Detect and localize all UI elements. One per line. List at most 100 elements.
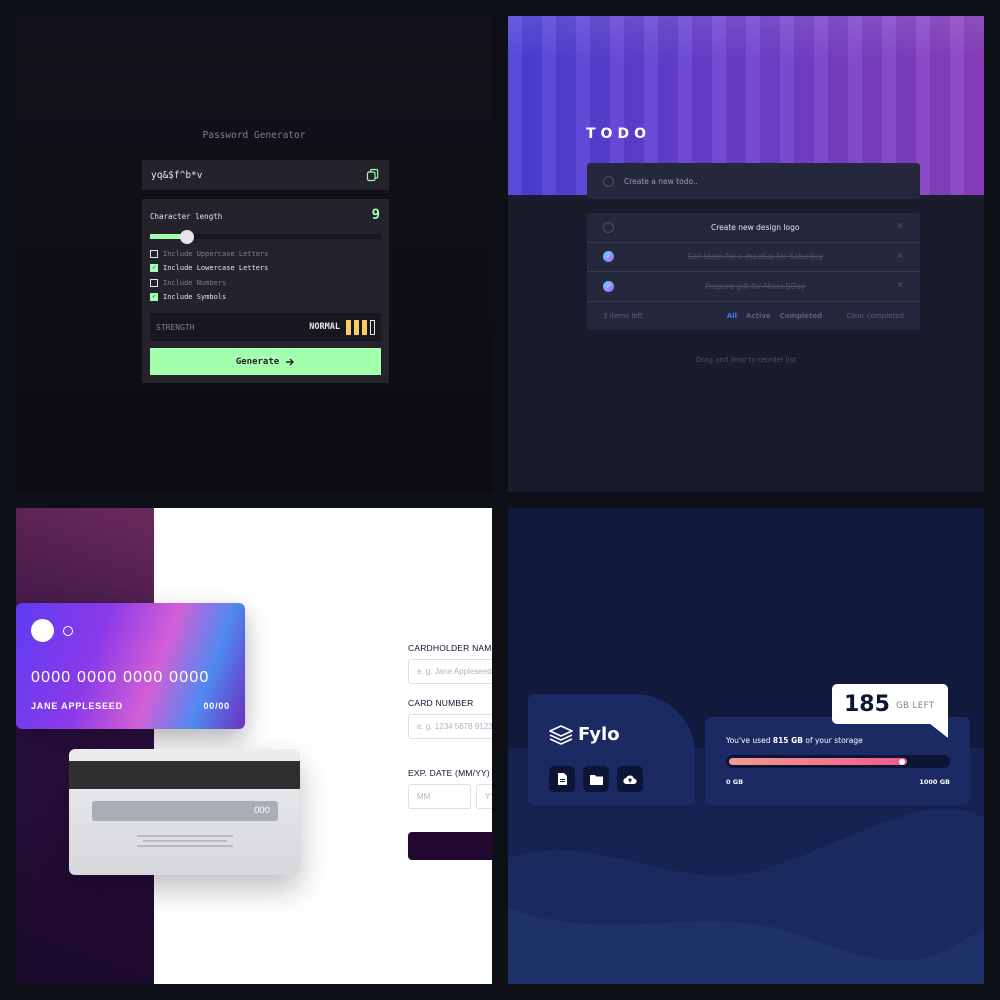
option-lowercase[interactable]: ✓ Include Lowercase Letters (150, 264, 268, 272)
card-details-panel: 0000 0000 0000 0000 JANE APPLESEED 00/00… (16, 508, 492, 984)
cardholder-name-label: CARDHOLDER NAME (408, 643, 492, 653)
card-back-line (137, 845, 233, 847)
strength-label: STRENGTH (156, 322, 195, 332)
option-symbols-label: Include Symbols (163, 293, 227, 301)
cvc-display: 000 (92, 801, 278, 821)
storage-left-bubble: 185 GB LEFT (832, 684, 948, 724)
todo-item-text: Prepare gift for Mikel BDay (705, 281, 806, 291)
storage-left-unit: GB LEFT (895, 700, 935, 711)
generate-button-label: Generate (235, 356, 280, 367)
storage-progress-bar (726, 755, 950, 768)
items-left: 3 items left (603, 311, 643, 320)
todo-title: TODO (586, 126, 651, 142)
arrow-right-icon (286, 358, 295, 365)
exp-year-input[interactable] (476, 784, 492, 809)
fylo-panel: Fylo You've used 815 GB of your storage … (508, 508, 984, 984)
character-length-label: Character length (150, 212, 223, 221)
option-numbers[interactable]: Include Numbers (150, 279, 226, 287)
password-text: yq&$f^b*v (151, 169, 203, 181)
card-number-label: CARD NUMBER (408, 698, 474, 708)
fylo-logo: Fylo (549, 724, 620, 745)
card-sidebar-background (16, 508, 154, 984)
option-uppercase-label: Include Uppercase Letters (163, 250, 269, 258)
checkbox-numbers[interactable] (150, 279, 158, 287)
option-numbers-label: Include Numbers (163, 279, 227, 287)
card-number-display: 0000 0000 0000 0000 (31, 669, 210, 686)
todo-item-text: Create new design logo (710, 222, 800, 232)
delete-icon[interactable]: ✕ (896, 222, 904, 232)
clear-completed-button[interactable]: Clear completed (846, 312, 904, 320)
option-lowercase-label: Include Lowercase Letters (163, 264, 269, 272)
copy-icon[interactable] (366, 168, 380, 182)
todo-item[interactable]: Create new design logo ✕ (587, 213, 920, 243)
strength-bars (346, 319, 375, 335)
checkbox-symbols[interactable]: ✓ (150, 293, 158, 301)
expiry-display: 00/00 (203, 701, 230, 711)
todo-footer: 3 items left All Active Completed Clear … (587, 302, 920, 330)
todo-list: Create new design logo ✕ ✓ Call team for… (587, 213, 920, 330)
card-front: 0000 0000 0000 0000 JANE APPLESEED 00/00 (16, 603, 245, 729)
storage-max-label: 1000 GB (919, 778, 950, 786)
cardholder-name-input[interactable] (408, 659, 492, 684)
card-logo-ring (63, 626, 73, 636)
checkbox-lowercase[interactable]: ✓ (150, 264, 158, 272)
strength-bar (354, 319, 359, 335)
checkbox-uppercase[interactable] (150, 250, 158, 258)
card-back: 000 (69, 749, 300, 875)
generate-button[interactable]: Generate (150, 348, 381, 375)
folder-icon[interactable] (583, 766, 609, 792)
magnetic-stripe (69, 761, 300, 789)
strength-meter: STRENGTH NORMAL (150, 313, 381, 341)
bubble-tail (929, 723, 948, 738)
todo-checkbox[interactable]: ✓ (603, 251, 614, 263)
todo-item[interactable]: ✓ Call team for a meetup for Saturday ✕ (587, 243, 920, 272)
pg-title: Password Generator (202, 130, 306, 141)
card-back-lines (137, 835, 233, 850)
reorder-hint: Drag and drop to reorder list (695, 356, 797, 364)
storage-usage-text: You've used 815 GB of your storage (726, 736, 863, 745)
card-logo-circle (31, 619, 54, 642)
fylo-layers-icon (549, 724, 573, 745)
todo-item-text: Call team for a meetup for Saturday (687, 252, 824, 262)
slider-thumb[interactable] (179, 229, 194, 244)
filter-all[interactable]: All (727, 312, 737, 320)
fylo-actions (549, 766, 643, 792)
option-symbols[interactable]: ✓ Include Symbols (150, 293, 226, 301)
exp-date-label: EXP. DATE (MM/YY) (408, 768, 490, 778)
strength-value: NORMAL (309, 322, 340, 332)
pg-settings-box: Character length 9 Include Uppercase Let… (142, 199, 389, 383)
character-length-value: 9 (371, 207, 380, 223)
card-back-line (137, 835, 233, 837)
todo-item[interactable]: ✓ Prepare gift for Mikel BDay ✕ (587, 272, 920, 302)
delete-icon[interactable]: ✕ (896, 281, 904, 291)
password-generator-panel: Password Generator yq&$f^b*v Character l… (16, 16, 492, 492)
fylo-brand-name: Fylo (578, 724, 620, 745)
character-length-slider[interactable] (150, 229, 381, 244)
fylo-brand-card: Fylo (528, 694, 695, 805)
new-todo-input[interactable]: Create a new todo.. (587, 163, 920, 199)
new-todo-placeholder: Create a new todo.. (624, 176, 698, 186)
todo-checkbox[interactable]: ✓ (603, 280, 614, 292)
option-uppercase[interactable]: Include Uppercase Letters (150, 250, 268, 258)
todo-checkbox[interactable] (603, 221, 614, 233)
storage-min-label: 0 GB (726, 778, 744, 786)
card-back-line (143, 840, 227, 842)
delete-icon[interactable]: ✕ (896, 252, 904, 262)
filter-completed[interactable]: Completed (780, 312, 823, 320)
todo-filters: All Active Completed (727, 312, 822, 320)
new-todo-circle (603, 175, 614, 187)
confirm-button[interactable] (408, 832, 492, 860)
card-number-input[interactable] (408, 714, 492, 739)
document-icon[interactable] (549, 766, 575, 792)
storage-progress-fill (729, 758, 907, 765)
filter-active[interactable]: Active (746, 312, 771, 320)
storage-progress-knob (898, 758, 905, 765)
strength-bar (346, 319, 351, 335)
storage-left-value: 185 (844, 691, 890, 717)
upload-icon[interactable] (617, 766, 643, 792)
cardholder-display: JANE APPLESEED (31, 701, 123, 711)
todo-panel: TODO Create a new todo.. Create new desi… (508, 16, 984, 492)
storage-used-amount: 815 GB (772, 736, 803, 745)
storage-usage-suffix: of your storage (803, 736, 863, 745)
exp-month-input[interactable] (408, 784, 471, 809)
